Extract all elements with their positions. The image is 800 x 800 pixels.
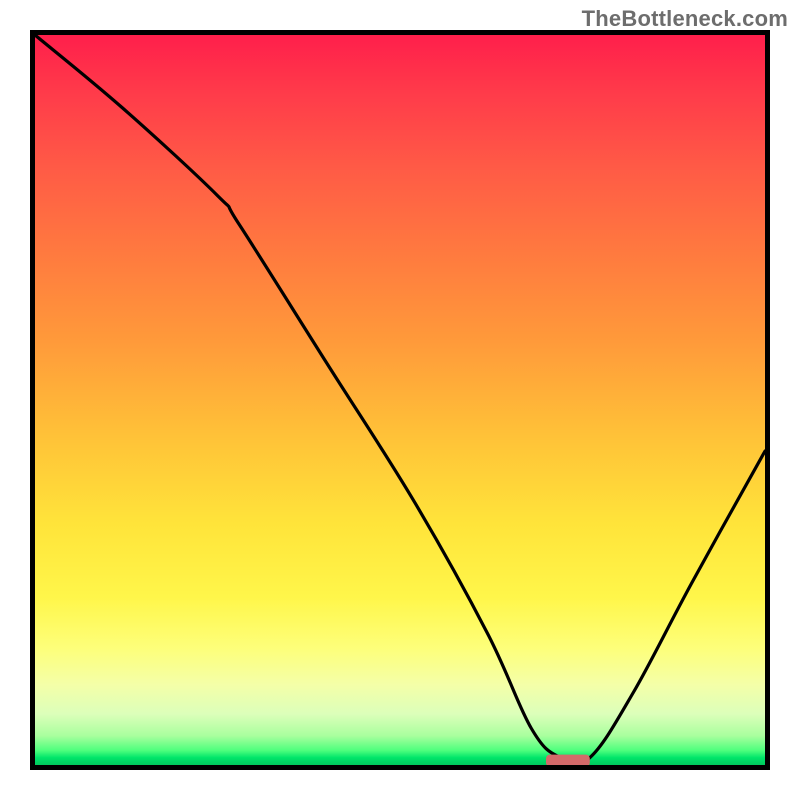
bottleneck-curve-svg [35,35,765,765]
watermark-text: TheBottleneck.com [582,6,788,32]
chart-container: TheBottleneck.com [0,0,800,800]
plot-area [30,30,770,770]
minimum-marker [546,755,590,765]
bottleneck-curve-path [35,35,765,764]
